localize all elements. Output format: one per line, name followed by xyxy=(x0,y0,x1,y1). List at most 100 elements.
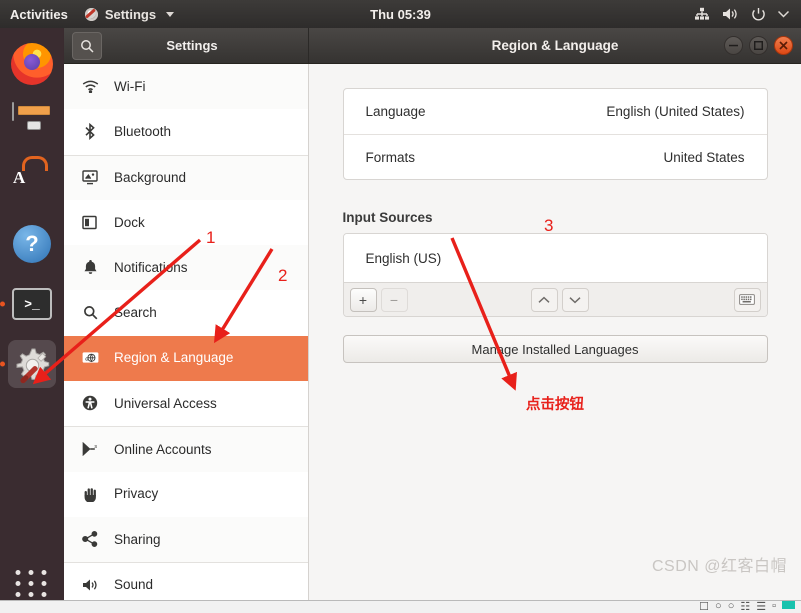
files-icon xyxy=(11,102,53,145)
sidebar-item-background[interactable]: Background xyxy=(64,154,308,200)
window-body: Wi-Fi Bluetooth Background Dock Notifica… xyxy=(64,64,801,600)
tray-green-icon xyxy=(782,601,795,609)
sidebar-item-label: Dock xyxy=(114,214,145,230)
dock-item-settings[interactable] xyxy=(8,340,56,388)
search-button[interactable] xyxy=(72,31,102,60)
sidebar-item-label: Online Accounts xyxy=(114,441,212,457)
sidebar-item-label: Background xyxy=(114,169,187,185)
sidebar-item-bluetooth[interactable]: Bluetooth xyxy=(64,109,308,154)
screen: Activities Settings Thu 05:39 ? >_ Setti… xyxy=(0,0,801,613)
window-titlebar: Settings Region & Language xyxy=(64,28,801,64)
svg-text:s: s xyxy=(94,444,97,450)
formats-value: United States xyxy=(663,149,745,165)
move-down-button[interactable] xyxy=(561,287,589,312)
dock-item-ubuntu-software[interactable] xyxy=(8,160,56,208)
titlebar-left: Settings xyxy=(64,28,309,63)
settings-window: Settings Region & Language Wi-Fi Bluetoo… xyxy=(64,28,801,600)
help-icon: ? xyxy=(13,225,51,263)
settings-sidebar: Wi-Fi Bluetooth Background Dock Notifica… xyxy=(64,64,309,600)
ubuntu-software-icon xyxy=(11,163,53,205)
terminal-icon: >_ xyxy=(11,283,53,325)
system-tray xyxy=(694,7,801,22)
language-label: Language xyxy=(365,104,426,119)
sidebar-item-sound[interactable]: Sound xyxy=(64,562,308,600)
sidebar-item-sharing[interactable]: Sharing xyxy=(64,516,308,563)
volume-icon xyxy=(80,578,100,592)
close-icon xyxy=(779,41,788,50)
dock-item-files[interactable] xyxy=(8,100,56,148)
host-taskbar[interactable]: ☐ ○ ○ ☷ ☰ ▫ xyxy=(0,600,801,613)
formats-label: Formats xyxy=(365,149,416,165)
accessibility-icon xyxy=(80,395,100,411)
input-source-item[interactable]: English (US) xyxy=(343,234,767,282)
minimize-icon xyxy=(729,44,738,47)
sidebar-item-label: Wi-Fi xyxy=(114,78,146,94)
chevron-down-icon[interactable] xyxy=(778,10,789,18)
settings-gear-icon xyxy=(84,7,99,22)
close-button[interactable] xyxy=(774,36,793,55)
remove-input-source-button[interactable]: − xyxy=(380,287,408,312)
sidebar-item-label: Universal Access xyxy=(114,395,217,411)
region-language-pane: Language English (United States) Formats… xyxy=(309,64,801,600)
ubuntu-dock: ? >_ xyxy=(0,28,64,613)
bluetooth-icon xyxy=(80,122,100,140)
sidebar-item-notifications[interactable]: Notifications xyxy=(64,245,308,291)
input-sources-heading: Input Sources xyxy=(342,210,433,225)
chevron-down-icon xyxy=(569,296,581,304)
sidebar-item-online-accounts[interactable]: s Online Accounts xyxy=(64,426,308,472)
sidebar-item-label: Sharing xyxy=(114,531,161,547)
sharing-icon xyxy=(80,531,100,548)
app-menu-button[interactable]: Settings xyxy=(78,7,180,22)
gnome-top-bar: Activities Settings Thu 05:39 xyxy=(0,0,801,28)
wifi-icon xyxy=(80,80,100,93)
watermark: CSDN @红客白帽 xyxy=(651,558,787,575)
activities-button[interactable]: Activities xyxy=(0,7,78,22)
dock-item-firefox[interactable] xyxy=(8,40,56,88)
taskbar-tray: ☐ ○ ○ ☷ ☰ ▫ xyxy=(699,601,795,613)
chevron-up-icon xyxy=(538,296,550,304)
add-input-source-button[interactable]: + xyxy=(349,287,377,312)
dock-item-help[interactable]: ? xyxy=(8,220,56,268)
sidebar-item-universal-access[interactable]: Universal Access xyxy=(64,381,308,426)
annotation-note: 点击按钮 xyxy=(526,397,584,413)
maximize-icon xyxy=(754,41,763,50)
language-row[interactable]: Language English (United States) xyxy=(344,89,767,134)
sidebar-item-label: Sound xyxy=(114,577,154,593)
power-icon[interactable] xyxy=(751,7,766,22)
show-applications-button[interactable] xyxy=(15,570,49,597)
dock-icon xyxy=(80,215,100,230)
sidebar-item-wifi[interactable]: Wi-Fi xyxy=(64,64,308,110)
sidebar-item-label: Region & Language xyxy=(114,350,234,366)
region-language-icon: a xyxy=(80,351,100,364)
online-accounts-icon: s xyxy=(80,442,100,457)
sidebar-item-search[interactable]: Search xyxy=(64,290,308,335)
minimize-button[interactable] xyxy=(724,36,743,55)
keyboard-icon xyxy=(739,294,755,305)
move-up-button[interactable] xyxy=(530,287,558,312)
background-icon xyxy=(80,170,100,185)
sidebar-item-label: Notifications xyxy=(114,259,188,275)
titlebar-right: Region & Language xyxy=(309,28,801,63)
settings-gear-icon xyxy=(12,344,52,384)
sidebar-item-region-language[interactable]: a Region & Language xyxy=(64,335,308,382)
network-wired-icon[interactable] xyxy=(694,7,710,21)
maximize-button[interactable] xyxy=(749,36,768,55)
manage-installed-languages-button[interactable]: Manage Installed Languages xyxy=(342,335,768,363)
chevron-down-icon xyxy=(166,11,175,17)
sidebar-title: Settings xyxy=(166,38,218,53)
volume-icon[interactable] xyxy=(722,7,739,21)
bell-icon xyxy=(80,259,100,275)
dock-item-terminal[interactable]: >_ xyxy=(8,280,56,328)
sidebar-item-label: Search xyxy=(114,305,157,321)
search-icon xyxy=(80,39,94,53)
keyboard-shortcuts-button[interactable] xyxy=(733,287,761,312)
sidebar-item-dock[interactable]: Dock xyxy=(64,200,308,245)
sidebar-item-privacy[interactable]: Privacy xyxy=(64,472,308,517)
input-sources-toolbar: + − xyxy=(343,282,767,316)
window-controls xyxy=(724,36,793,55)
privacy-hand-icon xyxy=(80,486,100,502)
formats-row[interactable]: Formats United States xyxy=(343,134,767,179)
search-icon xyxy=(80,305,100,320)
language-card: Language English (United States) Formats… xyxy=(342,88,768,180)
sidebar-item-label: Privacy xyxy=(114,486,159,502)
